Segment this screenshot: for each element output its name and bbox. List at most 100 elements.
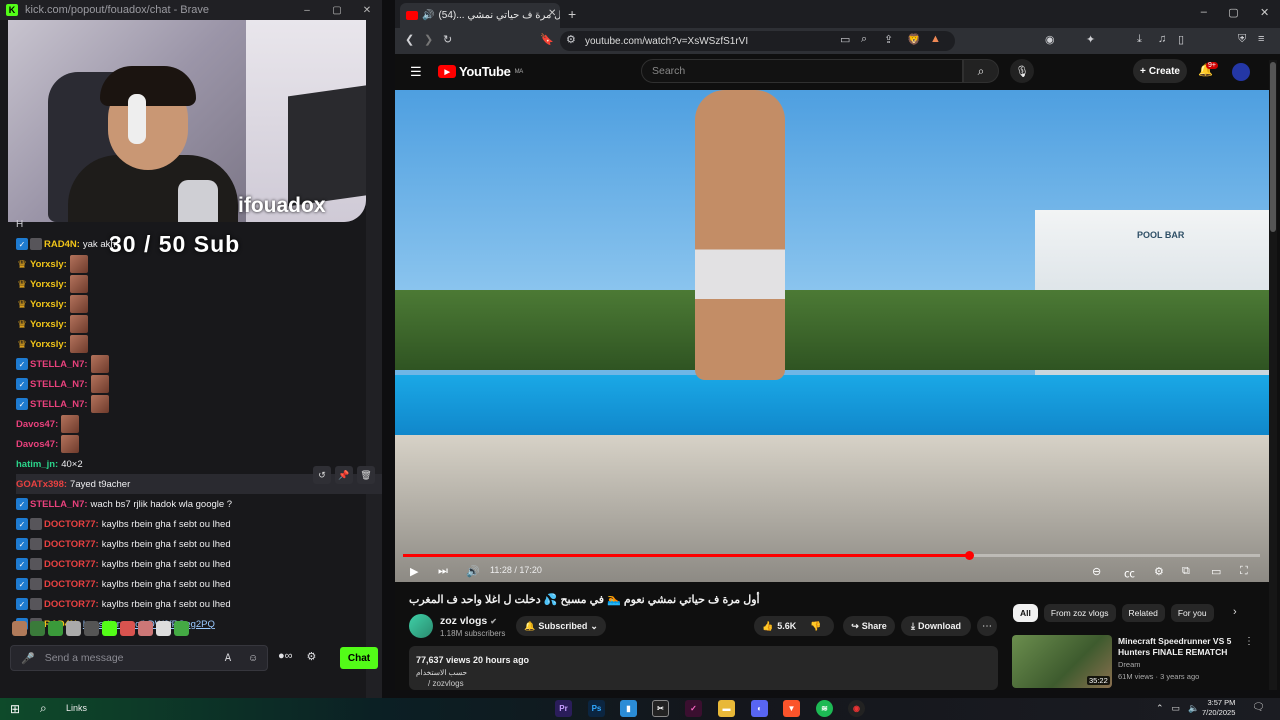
- search-input[interactable]: Search: [641, 59, 963, 83]
- delete-icon[interactable]: 🗑: [357, 466, 375, 484]
- discord-icon[interactable]: ◐: [751, 700, 768, 717]
- subscribed-button[interactable]: 🔔 Subscribed ⌄: [516, 616, 606, 636]
- tab-close-icon[interactable]: ✕: [548, 8, 556, 19]
- spotify-icon[interactable]: ≋: [816, 700, 833, 717]
- chevron-up-icon[interactable]: ⌃: [1156, 703, 1164, 714]
- new-tab-icon[interactable]: +: [568, 6, 576, 22]
- chat-username[interactable]: STELLA_N7:: [30, 359, 88, 370]
- brave-rewards-icon[interactable]: ▲: [930, 33, 941, 45]
- search-icon[interactable]: ⌕: [40, 701, 47, 716]
- app-icon[interactable]: ▮: [620, 700, 637, 717]
- close-button[interactable]: ✕: [1260, 6, 1269, 19]
- microphone-icon[interactable]: 🎤: [21, 652, 35, 665]
- hamburger-menu-icon[interactable]: ☰: [410, 64, 422, 80]
- emote-icon[interactable]: [174, 621, 189, 636]
- create-button[interactable]: + Create: [1133, 59, 1187, 83]
- network-icon[interactable]: ▭: [1172, 703, 1181, 714]
- chat-message[interactable]: ♛ Yorxsly:: [16, 274, 88, 294]
- volume-icon[interactable]: 🔈: [1188, 703, 1199, 714]
- audio-icon[interactable]: 🔊: [422, 10, 434, 21]
- translate-icon[interactable]: Ꭺ: [225, 653, 232, 664]
- emote-icon[interactable]: [48, 621, 63, 636]
- chip-from-channel[interactable]: From zoz vlogs: [1043, 604, 1116, 622]
- download-toolbar-icon[interactable]: ⤓: [1137, 33, 1142, 46]
- close-button[interactable]: ✕: [352, 0, 382, 20]
- bookmark-icon[interactable]: 🔖: [540, 33, 554, 46]
- download-button[interactable]: ⤓ Download: [901, 616, 971, 636]
- share-page-icon[interactable]: ⇪: [884, 33, 893, 46]
- chip-for-you[interactable]: For you: [1170, 604, 1214, 622]
- fullscreen-icon[interactable]: ⛶: [1240, 565, 1248, 578]
- chat-message[interactable]: ✓ RAD4N: yak akh: [16, 234, 116, 254]
- address-bar[interactable]: youtube.com/watch?v=XsWSzfS1rVI: [560, 31, 955, 51]
- menu-icon[interactable]: ≡: [1258, 33, 1264, 45]
- theater-icon[interactable]: ▭: [1211, 565, 1221, 578]
- maximize-button[interactable]: ▢: [1228, 6, 1238, 19]
- after-effects-icon[interactable]: ✓: [685, 700, 702, 717]
- chat-message[interactable]: ✓ DOCTOR77: kaylbs rbein gha f sebt ou lh…: [16, 534, 231, 554]
- chat-message[interactable]: ♛ Yorxsly:: [16, 254, 88, 274]
- taskbar-clock[interactable]: 3:57 PM 7/20/2025: [1202, 698, 1235, 718]
- youtube-logo[interactable]: ▶ YouTube MA: [438, 64, 523, 79]
- chevron-right-icon[interactable]: ›: [1233, 606, 1237, 618]
- chat-username[interactable]: Yorxsly:: [30, 339, 67, 350]
- chat-username[interactable]: Yorxsly:: [30, 279, 67, 290]
- chip-all[interactable]: All: [1013, 604, 1038, 622]
- emote-icon[interactable]: [66, 621, 81, 636]
- chat-message[interactable]: hatim_jn: 40×2: [16, 454, 83, 474]
- tab-youtube[interactable]: 🔊 أول مرة ف حياتي نمشي ...(54): [400, 3, 560, 28]
- chat-message[interactable]: Davos47:: [16, 434, 80, 454]
- pin-icon[interactable]: 📌: [335, 466, 353, 484]
- brave-browser-icon[interactable]: ▼: [783, 700, 800, 717]
- video-player[interactable]: POOL BAR: [395, 90, 1269, 582]
- chat-username[interactable]: Davos47:: [16, 419, 58, 430]
- channel-name[interactable]: zoz vlogs ✔: [440, 615, 497, 627]
- kebab-menu-icon[interactable]: ⋮: [1244, 636, 1254, 647]
- taskbar-links[interactable]: Links: [66, 703, 87, 713]
- scrollbar-thumb[interactable]: [1270, 62, 1276, 232]
- emote-icon[interactable]: [30, 621, 45, 636]
- chat-username[interactable]: DOCTOR77:: [44, 539, 99, 550]
- brave-shields-icon[interactable]: 🦁: [907, 33, 921, 46]
- channel-avatar[interactable]: [409, 614, 433, 638]
- settings-gear-icon[interactable]: ⚙: [1154, 565, 1164, 578]
- recommended-video-channel[interactable]: Dream: [1118, 660, 1141, 669]
- extensions-puzzle-icon[interactable]: ✦: [1086, 33, 1095, 46]
- chat-username[interactable]: DOCTOR77:: [44, 519, 99, 530]
- chat-username[interactable]: GOATx398:: [16, 479, 67, 490]
- chat-username[interactable]: Yorxsly:: [30, 319, 67, 330]
- sidebar-icon[interactable]: ▯: [1178, 33, 1184, 46]
- miniplayer-icon[interactable]: ⧉: [1182, 565, 1190, 578]
- notification-center-icon[interactable]: 🗨: [1252, 702, 1265, 713]
- forward-icon[interactable]: ❯: [424, 33, 433, 46]
- zoom-icon[interactable]: ⌕: [861, 33, 867, 46]
- autoplay-toggle-icon[interactable]: ⊖: [1092, 565, 1101, 578]
- windows-start-icon[interactable]: ⊞: [10, 702, 20, 716]
- play-icon[interactable]: ▶: [410, 565, 418, 578]
- chat-username[interactable]: STELLA_N7:: [30, 379, 88, 390]
- chat-username[interactable]: RAD4N:: [44, 239, 80, 250]
- vpn-icon[interactable]: ⛨: [1238, 33, 1246, 46]
- maximize-button[interactable]: ▢: [322, 0, 352, 20]
- chat-username[interactable]: STELLA_N7:: [30, 499, 88, 510]
- infinity-icon[interactable]: ●∞: [278, 650, 293, 663]
- extension-icon[interactable]: ◉: [1045, 33, 1055, 46]
- site-info-icon[interactable]: ⚙: [566, 33, 576, 46]
- chat-username[interactable]: DOCTOR77:: [44, 559, 99, 570]
- chat-username[interactable]: Yorxsly:: [30, 299, 67, 310]
- obs-icon[interactable]: ◉: [848, 700, 865, 717]
- thumbs-down-icon[interactable]: 👎: [810, 621, 821, 632]
- emote-icon[interactable]: [84, 621, 99, 636]
- media-icon[interactable]: ♫: [1158, 33, 1166, 45]
- emote-icon[interactable]: [138, 621, 153, 636]
- chat-message[interactable]: ✓ STELLA_N7: wach bs7 rjlik hadok wla goo…: [16, 494, 232, 514]
- reply-icon[interactable]: ↺: [313, 466, 331, 484]
- emote-icon[interactable]: [156, 621, 171, 636]
- minimize-button[interactable]: –: [1201, 6, 1207, 19]
- chat-message[interactable]: ✓ DOCTOR77: kaylbs rbein gha f sebt ou lh…: [16, 554, 231, 574]
- capcut-icon[interactable]: ✂: [652, 700, 669, 717]
- settings-gear-icon[interactable]: ⚙: [307, 650, 317, 663]
- chat-username[interactable]: Davos47:: [16, 439, 58, 450]
- search-button[interactable]: ⌕: [963, 59, 999, 83]
- cast-icon[interactable]: ▭: [840, 33, 850, 46]
